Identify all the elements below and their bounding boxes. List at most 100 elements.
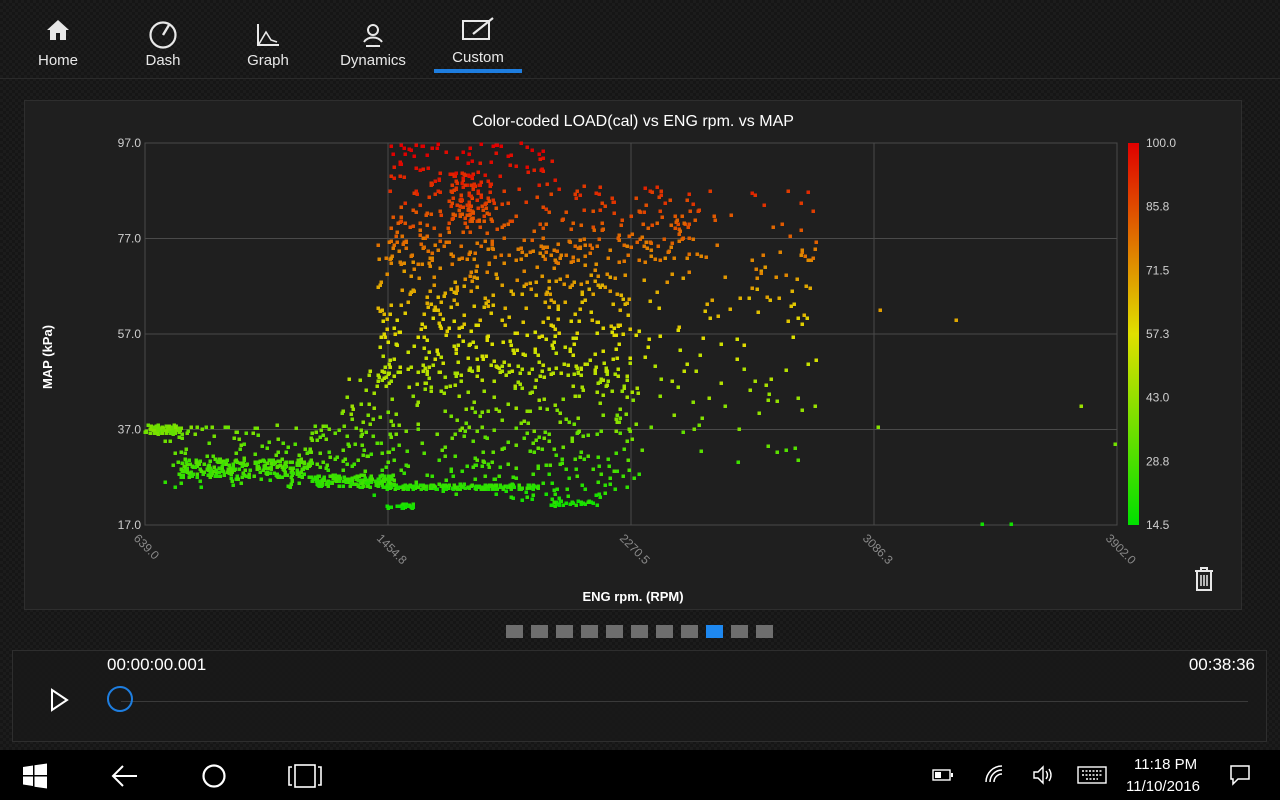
data-point	[391, 246, 395, 250]
data-point	[647, 337, 651, 341]
page-dot[interactable]	[631, 625, 648, 638]
data-point	[372, 391, 376, 395]
data-point	[786, 189, 790, 193]
data-point	[460, 426, 464, 430]
task-view-icon[interactable]	[288, 763, 322, 789]
data-point	[573, 457, 577, 461]
data-point	[317, 474, 321, 478]
data-point	[148, 427, 152, 431]
data-point	[161, 428, 165, 432]
page-dot[interactable]	[756, 625, 773, 638]
data-point	[559, 253, 563, 257]
data-point	[463, 221, 467, 225]
data-point	[359, 428, 363, 432]
data-point	[531, 487, 535, 491]
data-point	[409, 148, 413, 152]
data-point	[303, 447, 307, 451]
data-point	[389, 226, 393, 230]
data-point	[582, 237, 586, 241]
data-point	[392, 482, 396, 486]
wifi-icon[interactable]	[984, 764, 1004, 784]
data-point	[613, 276, 617, 280]
page-dot[interactable]	[531, 625, 548, 638]
timeline-thumb[interactable]	[107, 686, 133, 712]
data-point	[478, 161, 482, 165]
data-point	[341, 468, 345, 472]
timeline-track[interactable]	[121, 701, 1248, 702]
data-point	[470, 279, 474, 283]
battery-icon[interactable]	[932, 767, 954, 783]
data-point	[556, 261, 560, 265]
page-dot[interactable]	[606, 625, 623, 638]
data-point	[199, 485, 203, 489]
data-point	[425, 301, 429, 305]
data-point	[459, 379, 463, 383]
data-point	[579, 367, 583, 371]
data-point	[628, 327, 632, 331]
data-point	[394, 432, 398, 436]
page-dot[interactable]	[681, 625, 698, 638]
data-point	[601, 326, 605, 330]
data-point	[425, 338, 429, 342]
data-point	[571, 221, 575, 225]
taskbar-time[interactable]: 11:18 PM	[1134, 756, 1197, 773]
data-point	[473, 251, 477, 255]
data-point	[524, 282, 528, 286]
keyboard-icon[interactable]	[1077, 766, 1107, 784]
windows-start-icon[interactable]	[22, 763, 48, 789]
data-point	[465, 257, 469, 261]
page-dot[interactable]	[706, 625, 723, 638]
volume-icon[interactable]	[1032, 765, 1054, 785]
page-dot[interactable]	[506, 625, 523, 638]
data-point	[628, 356, 632, 360]
data-point	[565, 274, 569, 278]
data-point	[626, 458, 630, 462]
back-arrow-icon[interactable]	[111, 763, 139, 789]
data-point	[531, 493, 535, 497]
data-point	[519, 246, 523, 250]
data-point	[198, 459, 202, 463]
data-point	[557, 496, 561, 500]
data-point	[253, 452, 257, 456]
search-circle-icon[interactable]	[201, 763, 227, 789]
data-point	[268, 478, 272, 482]
data-point	[313, 424, 317, 428]
data-point	[226, 425, 230, 429]
data-point	[551, 371, 555, 375]
data-point	[420, 144, 424, 148]
data-point	[507, 315, 511, 319]
data-point	[494, 483, 498, 487]
data-point	[655, 185, 659, 189]
data-point	[415, 382, 419, 386]
playback-bar: 00:00:00.001 00:38:36	[12, 650, 1267, 742]
data-point	[425, 295, 429, 299]
data-point	[532, 450, 536, 454]
data-point	[525, 145, 529, 149]
data-point	[208, 471, 212, 475]
data-point	[527, 371, 531, 375]
delete-button[interactable]	[1192, 565, 1216, 593]
taskbar-date[interactable]: 11/10/2016	[1126, 778, 1200, 795]
data-point	[525, 409, 529, 413]
data-point	[443, 454, 447, 458]
data-point	[336, 476, 340, 480]
data-point	[361, 453, 365, 457]
page-dot[interactable]	[581, 625, 598, 638]
data-point	[177, 472, 181, 476]
action-center-icon[interactable]	[1229, 764, 1251, 786]
play-button[interactable]	[48, 687, 70, 713]
trash-icon	[1195, 567, 1213, 591]
data-point	[202, 462, 206, 466]
page-dot[interactable]	[731, 625, 748, 638]
data-point	[414, 143, 418, 147]
page-dot[interactable]	[556, 625, 573, 638]
data-point	[460, 325, 464, 329]
data-point	[358, 378, 362, 382]
data-point	[422, 346, 426, 350]
data-point	[477, 484, 481, 488]
data-point	[644, 240, 648, 244]
page-dot[interactable]	[656, 625, 673, 638]
data-point	[388, 358, 392, 362]
data-point	[179, 481, 183, 485]
data-point	[362, 473, 366, 477]
